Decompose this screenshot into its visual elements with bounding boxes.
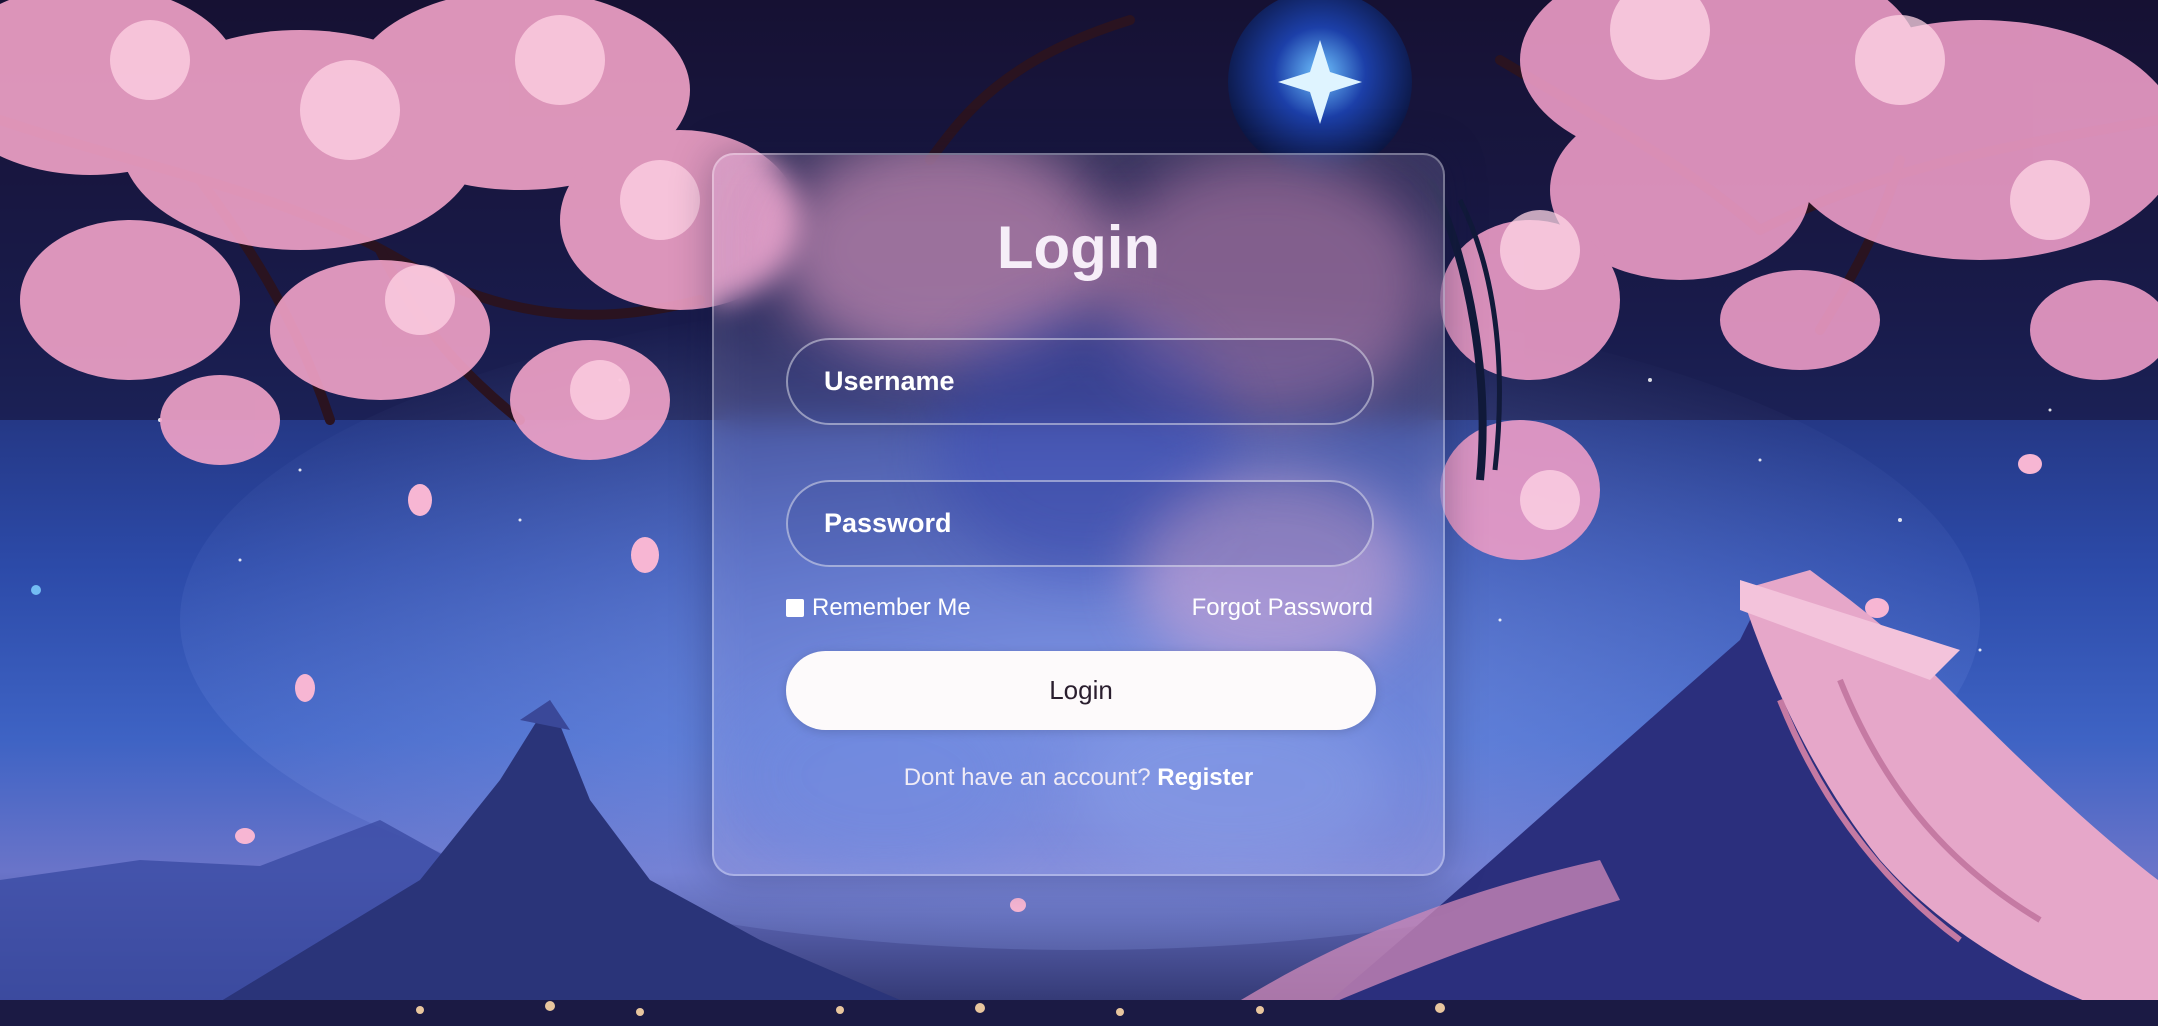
remember-me-label: Remember Me — [812, 594, 971, 621]
remember-me[interactable]: Remember Me — [786, 594, 971, 622]
register-link[interactable]: Register — [1157, 764, 1253, 791]
forgot-password-link[interactable]: Forgot Password — [1192, 594, 1373, 622]
password-field[interactable] — [786, 480, 1374, 567]
register-prompt: Dont have an account? Register — [714, 764, 1443, 792]
login-button[interactable]: Login — [786, 651, 1376, 730]
login-page: Login Remember Me Forgot Password Login … — [0, 0, 2158, 1026]
login-panel: Login Remember Me Forgot Password Login … — [712, 153, 1445, 876]
username-input[interactable] — [788, 340, 1372, 423]
password-input[interactable] — [788, 482, 1372, 565]
page-title: Login — [996, 214, 1161, 281]
remember-me-checkbox[interactable] — [786, 599, 804, 617]
register-prompt-text: Dont have an account? — [903, 764, 1151, 791]
username-field[interactable] — [786, 338, 1374, 425]
